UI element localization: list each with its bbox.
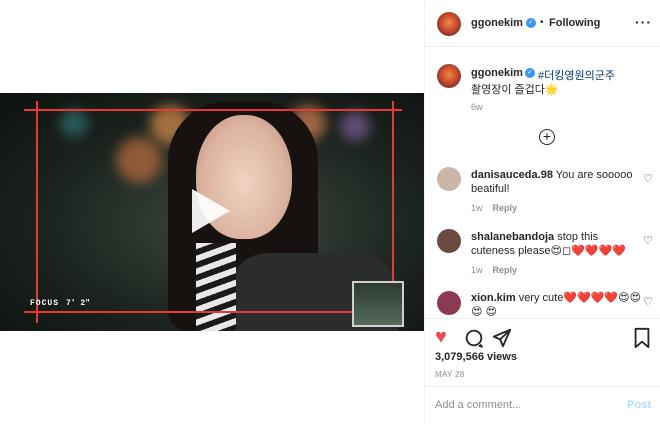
frame-line bbox=[36, 101, 38, 323]
reply-button[interactable]: Reply bbox=[493, 265, 518, 275]
commenter-avatar[interactable] bbox=[437, 291, 461, 315]
reply-button[interactable]: Reply bbox=[493, 203, 518, 213]
comment-username[interactable]: shalanebandoja bbox=[471, 231, 554, 243]
caption-username[interactable]: ggonekim bbox=[471, 67, 523, 79]
frame-line bbox=[392, 101, 394, 281]
comment-username[interactable]: danisauceda.98 bbox=[471, 169, 553, 181]
plus-circle-icon[interactable]: + bbox=[539, 129, 555, 145]
verified-badge-icon: ✓ bbox=[526, 18, 536, 28]
post-comment-button[interactable]: Post bbox=[627, 399, 651, 411]
comment-like-icon[interactable]: ♡ bbox=[643, 234, 653, 247]
video-player[interactable]: FOCUS 7' 2" bbox=[0, 93, 424, 331]
comment-input[interactable] bbox=[435, 395, 615, 415]
more-options-icon[interactable]: ··· bbox=[635, 14, 652, 30]
comment-username[interactable]: xion.kim bbox=[471, 292, 516, 304]
author-avatar[interactable] bbox=[437, 12, 461, 36]
author-username[interactable]: ggonekim bbox=[471, 17, 523, 29]
comment-body: shalanebandoja stop this cuteness please… bbox=[471, 230, 643, 258]
post-actions: ♥ 3,079,566 views MAY 28 bbox=[425, 318, 660, 386]
comment-age: 1w bbox=[471, 265, 483, 275]
frame-line bbox=[24, 311, 354, 313]
comment-meta: 1w Reply bbox=[471, 203, 517, 213]
caption-age: 6w bbox=[471, 102, 483, 112]
commenter-avatar[interactable] bbox=[437, 167, 461, 191]
share-icon[interactable] bbox=[491, 327, 513, 349]
comment-bar: Post bbox=[425, 386, 660, 424]
bookmark-icon[interactable] bbox=[631, 327, 653, 349]
post-side-panel: ggonekim ✓ • Following ··· ggonekim ✓ #더… bbox=[424, 0, 660, 424]
comment-like-icon[interactable]: ♡ bbox=[643, 295, 653, 308]
bokeh-light bbox=[116, 137, 162, 183]
comment-body: danisauceda.98 You are sooooo beatiful! bbox=[471, 168, 643, 196]
instagram-post-modal: FOCUS 7' 2" ggonekim ✓ • Following ··· g… bbox=[0, 0, 660, 424]
post-date: MAY 28 bbox=[435, 370, 465, 379]
mini-monitor bbox=[352, 281, 404, 327]
frame-line bbox=[24, 109, 402, 111]
following-button[interactable]: Following bbox=[549, 17, 600, 29]
commenter-avatar[interactable] bbox=[437, 229, 461, 253]
bokeh-light bbox=[60, 109, 88, 137]
comment-body: xion.kim very cute❤️❤️❤️❤️😍😍😍 😍 bbox=[471, 291, 643, 319]
caption-text: 촬영장이 즐겁다🌟 bbox=[471, 84, 559, 96]
verified-badge-icon: ✓ bbox=[525, 68, 535, 78]
play-icon[interactable] bbox=[192, 189, 230, 233]
focus-label: FOCUS bbox=[30, 299, 60, 308]
comment-age: 1w bbox=[471, 203, 483, 213]
comment-icon[interactable] bbox=[463, 327, 485, 349]
heart-filled-icon[interactable]: ♥ bbox=[435, 327, 447, 347]
focus-value: 7' 2" bbox=[66, 299, 91, 308]
media-pane: FOCUS 7' 2" bbox=[0, 0, 424, 424]
bokeh-light bbox=[340, 111, 370, 141]
caption-avatar[interactable] bbox=[437, 64, 461, 88]
comment-meta: 1w Reply bbox=[471, 265, 517, 275]
comment-like-icon[interactable]: ♡ bbox=[643, 172, 653, 185]
post-header: ggonekim ✓ • Following ··· bbox=[425, 0, 660, 47]
person-scarf bbox=[196, 243, 236, 331]
separator-dot: • bbox=[540, 17, 544, 28]
view-count[interactable]: 3,079,566 views bbox=[435, 351, 517, 363]
